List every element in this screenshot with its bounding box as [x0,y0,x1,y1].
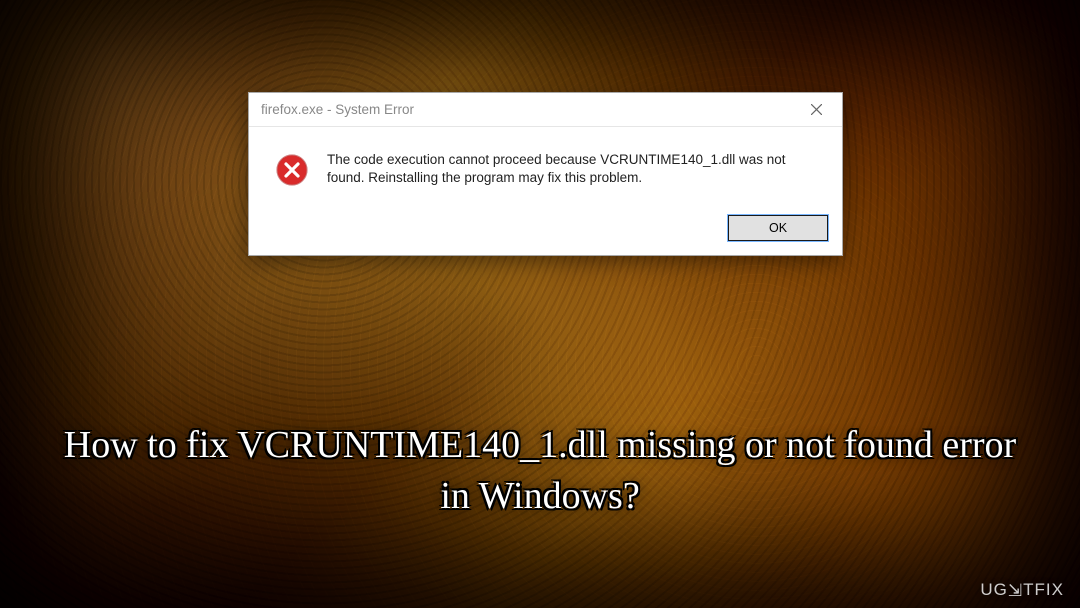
error-icon [275,153,309,187]
dialog-body: The code execution cannot proceed becaus… [249,127,842,205]
dialog-footer: OK [249,205,842,255]
ok-button-label: OK [769,221,787,235]
close-button[interactable] [794,95,838,125]
dialog-message: The code execution cannot proceed becaus… [327,151,787,187]
close-icon [811,104,822,115]
dialog-titlebar: firefox.exe - System Error [249,93,842,127]
article-caption: How to fix VCRUNTIME140_1.dll missing or… [0,420,1080,523]
system-error-dialog: firefox.exe - System Error The code exec… [248,92,843,256]
watermark-text: UG⇲TFIX [980,580,1064,599]
watermark-logo: UG⇲TFIX [980,580,1064,600]
ok-button[interactable]: OK [728,215,828,241]
dialog-title: firefox.exe - System Error [261,102,414,117]
